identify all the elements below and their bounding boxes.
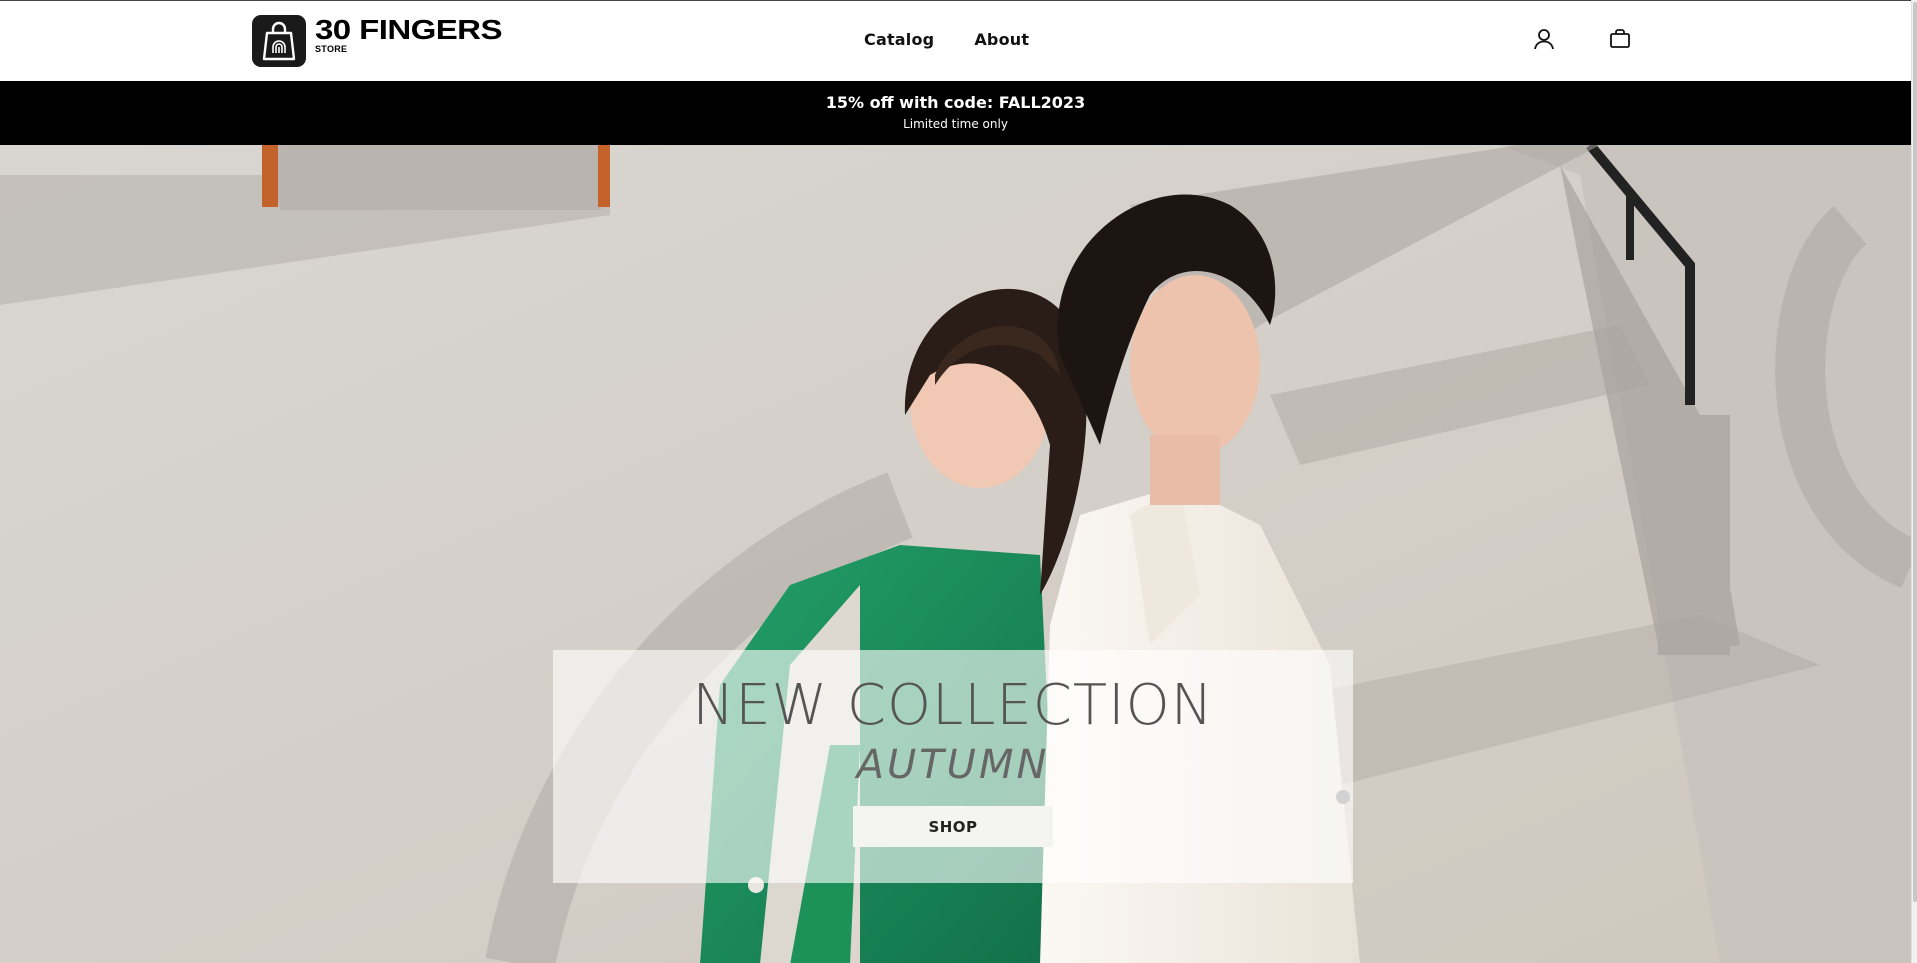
page: 30 FINGERS STORE Catalog About 15% off w… (0, 0, 1911, 963)
account-button[interactable] (1532, 27, 1556, 51)
hero-subtitle: AUTUMN (856, 742, 1050, 788)
cart-button[interactable] (1608, 27, 1632, 51)
shopping-bag-fingerprint-icon (252, 15, 306, 67)
promo-headline: 15% off with code: FALL2023 (825, 93, 1086, 112)
announcement-bar: 15% off with code: FALL2023 Limited time… (0, 81, 1911, 145)
promo-subline: Limited time only (903, 117, 1008, 131)
scrollbar-thumb[interactable] (1913, 2, 1917, 902)
user-icon (1534, 29, 1554, 50)
page-scrollbar[interactable] (1911, 0, 1917, 963)
shopping-bag-icon (1610, 29, 1630, 48)
site-header: 30 FINGERS STORE Catalog About (0, 1, 1911, 81)
hero-banner: NEW COLLECTION AUTUMN SHOP (0, 145, 1911, 963)
hero-card: NEW COLLECTION AUTUMN SHOP (553, 650, 1353, 883)
logo-title: 30 FINGERS (315, 14, 502, 45)
nav-catalog-link[interactable]: Catalog (864, 30, 934, 49)
shop-button[interactable]: SHOP (853, 806, 1053, 847)
header-icons (1532, 27, 1632, 51)
store-logo[interactable]: 30 FINGERS STORE (252, 15, 502, 67)
nav-about-link[interactable]: About (974, 30, 1029, 49)
hero-title: NEW COLLECTION (692, 673, 1214, 738)
main-nav: Catalog About (864, 30, 1029, 49)
